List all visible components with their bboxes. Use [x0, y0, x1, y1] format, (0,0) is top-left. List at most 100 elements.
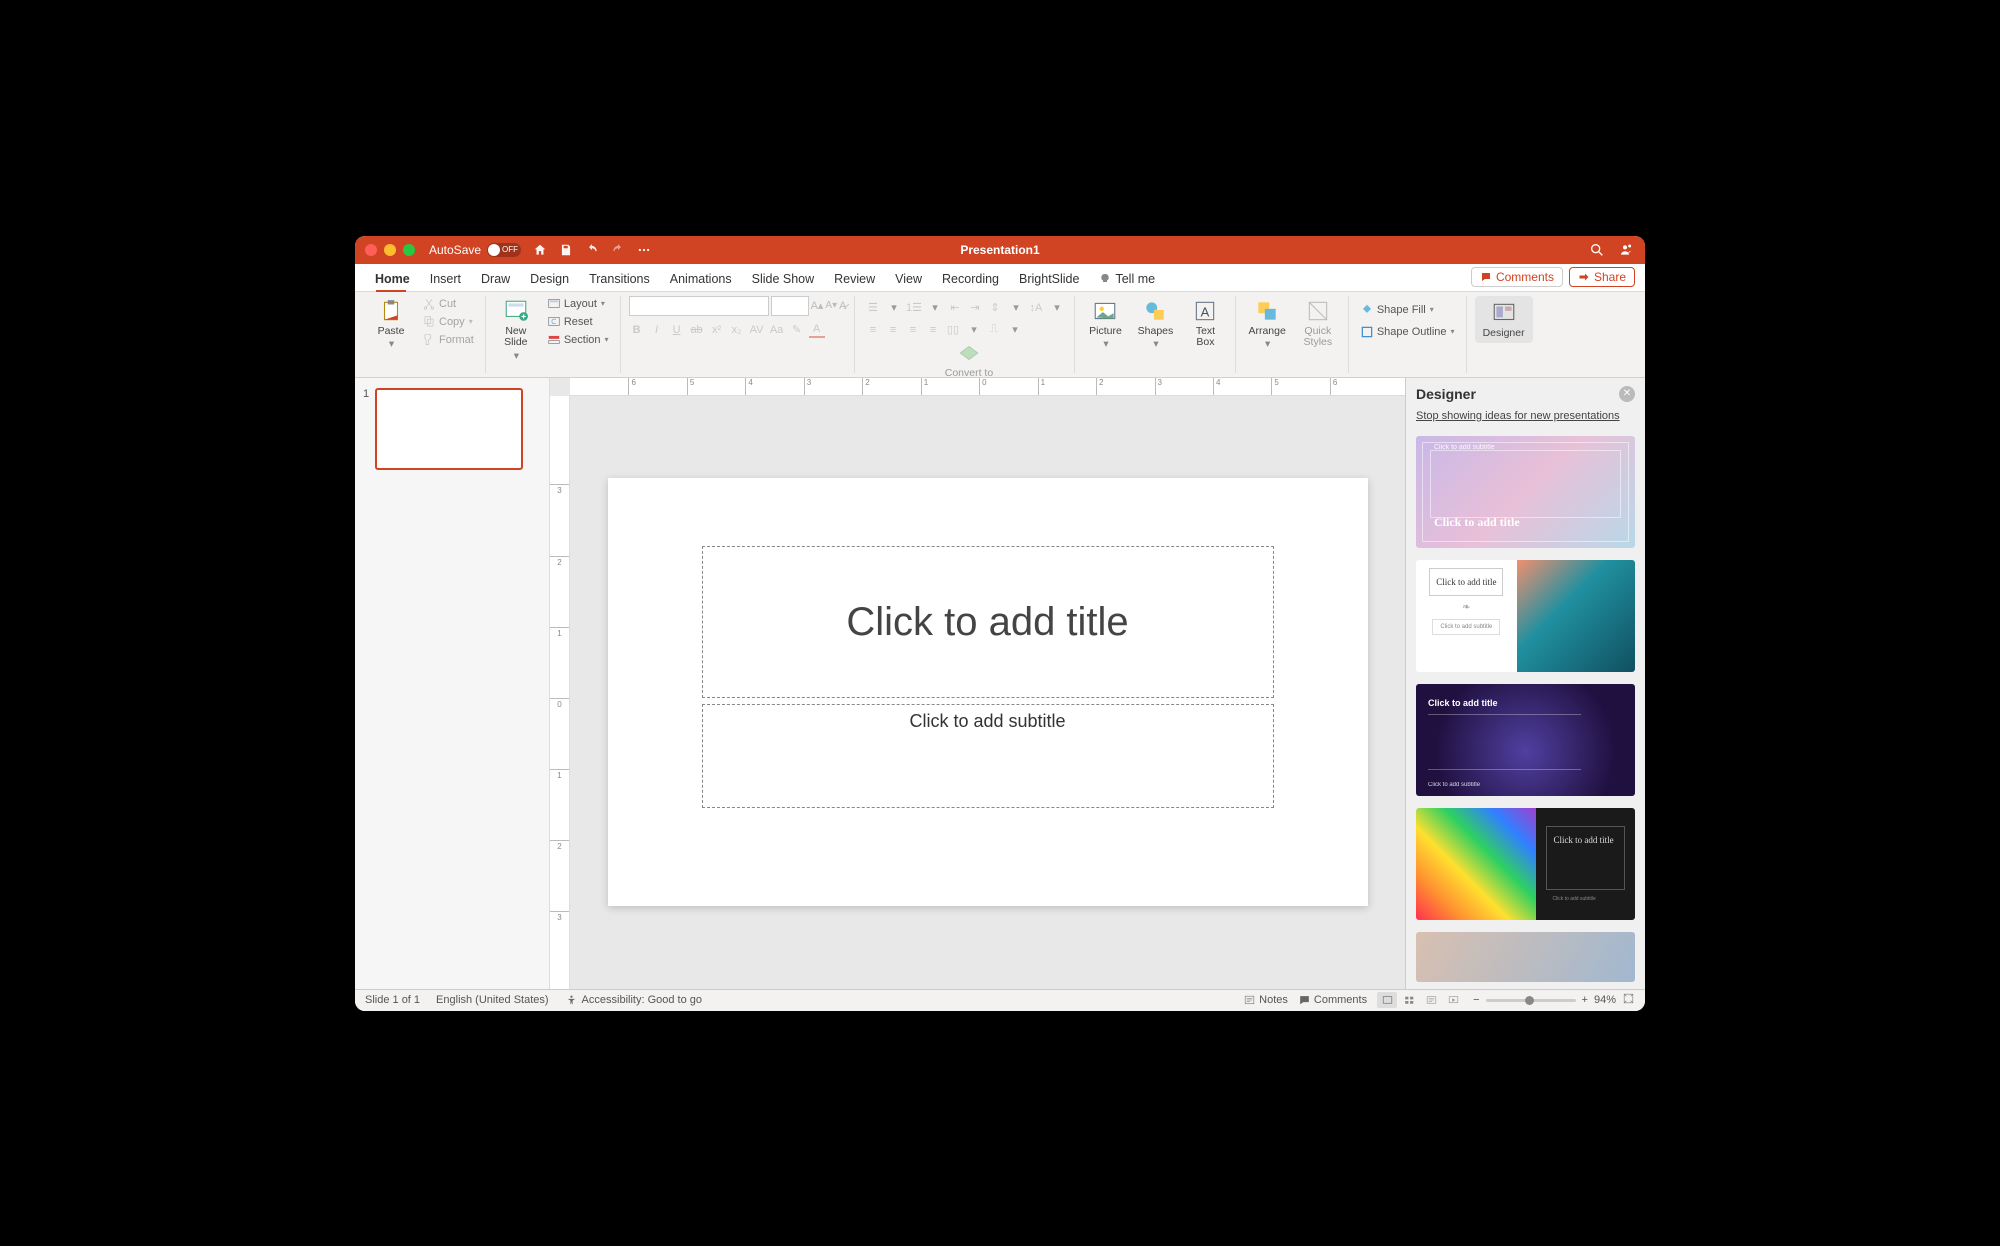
- notes-button[interactable]: Notes: [1243, 994, 1288, 1007]
- search-icon[interactable]: [1589, 242, 1605, 258]
- paste-button[interactable]: Paste▾: [369, 296, 413, 353]
- section-button[interactable]: Section▾: [544, 332, 612, 348]
- close-icon[interactable]: [365, 244, 377, 256]
- font-size-input[interactable]: [771, 296, 809, 316]
- designer-button[interactable]: Designer: [1475, 296, 1533, 344]
- quick-styles-button[interactable]: Quick Styles: [1296, 296, 1340, 351]
- fit-window-icon[interactable]: [1622, 992, 1635, 1008]
- slideshow-view-icon[interactable]: [1443, 992, 1463, 1008]
- reading-view-icon[interactable]: [1421, 992, 1441, 1008]
- zoom-percent[interactable]: 94%: [1594, 994, 1616, 1006]
- superscript-icon[interactable]: x²: [709, 322, 725, 338]
- justify-icon[interactable]: ≡: [925, 322, 941, 338]
- layout-button[interactable]: Layout▾: [544, 296, 612, 312]
- comments-status-button[interactable]: Comments: [1298, 994, 1367, 1007]
- save-icon[interactable]: [559, 243, 573, 257]
- outdent-icon[interactable]: ⇤: [947, 300, 963, 316]
- align-center-icon[interactable]: ≡: [885, 322, 901, 338]
- design-idea-2[interactable]: Click to add title❧Click to add subtitle: [1416, 560, 1635, 672]
- columns-icon[interactable]: ▯▯: [945, 322, 961, 338]
- zoom-slider[interactable]: [1486, 999, 1576, 1002]
- clear-format-icon[interactable]: A̷: [839, 300, 846, 312]
- zoom-out-icon[interactable]: −: [1473, 994, 1479, 1006]
- design-ideas-list[interactable]: Click to add subtitleClick to add title …: [1406, 430, 1645, 989]
- title-placeholder[interactable]: Click to add title: [702, 546, 1274, 698]
- autosave-switch[interactable]: OFF: [487, 243, 521, 257]
- share-people-icon[interactable]: [1619, 242, 1635, 258]
- tab-view[interactable]: View: [885, 266, 932, 291]
- tab-recording[interactable]: Recording: [932, 266, 1009, 291]
- copy-button[interactable]: Copy▾: [419, 314, 477, 330]
- italic-icon[interactable]: I: [649, 322, 665, 338]
- tab-insert[interactable]: Insert: [420, 266, 471, 291]
- close-designer-icon[interactable]: ✕: [1619, 386, 1635, 402]
- smartart-button[interactable]: Convert to SmartArt: [941, 338, 997, 378]
- cut-button[interactable]: Cut: [419, 296, 477, 312]
- design-idea-1[interactable]: Click to add subtitleClick to add title: [1416, 436, 1635, 548]
- format-painter-button[interactable]: Format: [419, 332, 477, 348]
- tab-slideshow[interactable]: Slide Show: [742, 266, 825, 291]
- sorter-view-icon[interactable]: [1399, 992, 1419, 1008]
- accessibility-indicator[interactable]: Accessibility: Good to go: [565, 994, 702, 1007]
- line-spacing-icon[interactable]: ⇕: [987, 300, 1003, 316]
- subscript-icon[interactable]: x₂: [729, 322, 745, 338]
- share-button[interactable]: Share: [1569, 267, 1635, 287]
- arrange-button[interactable]: Arrange▾: [1244, 296, 1289, 353]
- thumbnail-1[interactable]: [375, 388, 523, 470]
- picture-button[interactable]: Picture▾: [1083, 296, 1127, 353]
- grow-font-icon[interactable]: A▴: [811, 299, 824, 312]
- bullets-icon[interactable]: ☰: [865, 300, 881, 316]
- numbering-icon[interactable]: 1☰: [906, 300, 922, 316]
- align-left-icon[interactable]: ≡: [865, 322, 881, 338]
- autosave-toggle[interactable]: AutoSave OFF: [429, 243, 521, 257]
- tab-home[interactable]: Home: [365, 266, 420, 291]
- slide-stage[interactable]: Click to add title Click to add subtitle: [570, 396, 1405, 989]
- new-slide-button[interactable]: New Slide▾: [494, 296, 538, 365]
- indent-icon[interactable]: ⇥: [967, 300, 983, 316]
- textbox-button[interactable]: AText Box: [1183, 296, 1227, 351]
- design-idea-3[interactable]: Click to add titleClick to add subtitle: [1416, 684, 1635, 796]
- zoom-in-icon[interactable]: +: [1582, 994, 1588, 1006]
- shape-outline-button[interactable]: Shape Outline▾: [1357, 324, 1458, 340]
- align-right-icon[interactable]: ≡: [905, 322, 921, 338]
- home-icon[interactable]: [533, 243, 547, 257]
- align-text-icon[interactable]: ⎍: [986, 322, 1002, 338]
- brush-icon: [422, 333, 436, 347]
- highlight-icon[interactable]: ✎: [789, 322, 805, 338]
- tab-animations[interactable]: Animations: [660, 266, 742, 291]
- font-color-icon[interactable]: A: [809, 322, 825, 338]
- tab-brightslide[interactable]: BrightSlide: [1009, 266, 1089, 291]
- shapes-button[interactable]: Shapes▾: [1133, 296, 1177, 353]
- subtitle-placeholder[interactable]: Click to add subtitle: [702, 704, 1274, 808]
- tab-review[interactable]: Review: [824, 266, 885, 291]
- tab-design[interactable]: Design: [520, 266, 579, 291]
- tab-transitions[interactable]: Transitions: [579, 266, 660, 291]
- design-idea-4[interactable]: Click to add titleClick to add subtitle: [1416, 808, 1635, 920]
- shape-fill-button[interactable]: Shape Fill▾: [1357, 302, 1458, 318]
- design-idea-5[interactable]: [1416, 932, 1635, 982]
- language-indicator[interactable]: English (United States): [436, 994, 549, 1006]
- tab-tellme[interactable]: Tell me: [1089, 266, 1165, 291]
- underline-icon[interactable]: U: [669, 322, 685, 338]
- comments-button[interactable]: Comments: [1471, 267, 1563, 287]
- minimize-icon[interactable]: [384, 244, 396, 256]
- more-icon[interactable]: [637, 243, 651, 257]
- change-case-icon[interactable]: Aa: [769, 322, 785, 338]
- reset-button[interactable]: Reset: [544, 314, 612, 330]
- tab-draw[interactable]: Draw: [471, 266, 520, 291]
- strike-icon[interactable]: ab: [689, 322, 705, 338]
- shrink-font-icon[interactable]: A▾: [825, 300, 837, 311]
- redo-icon[interactable]: [611, 243, 625, 257]
- designer-pane: Designer ✕ Stop showing ideas for new pr…: [1405, 378, 1645, 989]
- bold-icon[interactable]: B: [629, 322, 645, 338]
- char-spacing-icon[interactable]: AV: [749, 322, 765, 338]
- undo-icon[interactable]: [585, 243, 599, 257]
- ribbon: Paste▾ Cut Copy▾ Format New Slide▾ Layou…: [355, 292, 1645, 378]
- slide-indicator[interactable]: Slide 1 of 1: [365, 994, 420, 1006]
- text-direction-icon[interactable]: ↕A: [1028, 300, 1044, 316]
- font-family-input[interactable]: [629, 296, 769, 316]
- slide-canvas[interactable]: Click to add title Click to add subtitle: [608, 478, 1368, 906]
- normal-view-icon[interactable]: [1377, 992, 1397, 1008]
- maximize-icon[interactable]: [403, 244, 415, 256]
- stop-showing-link[interactable]: Stop showing ideas for new presentations: [1406, 410, 1645, 430]
